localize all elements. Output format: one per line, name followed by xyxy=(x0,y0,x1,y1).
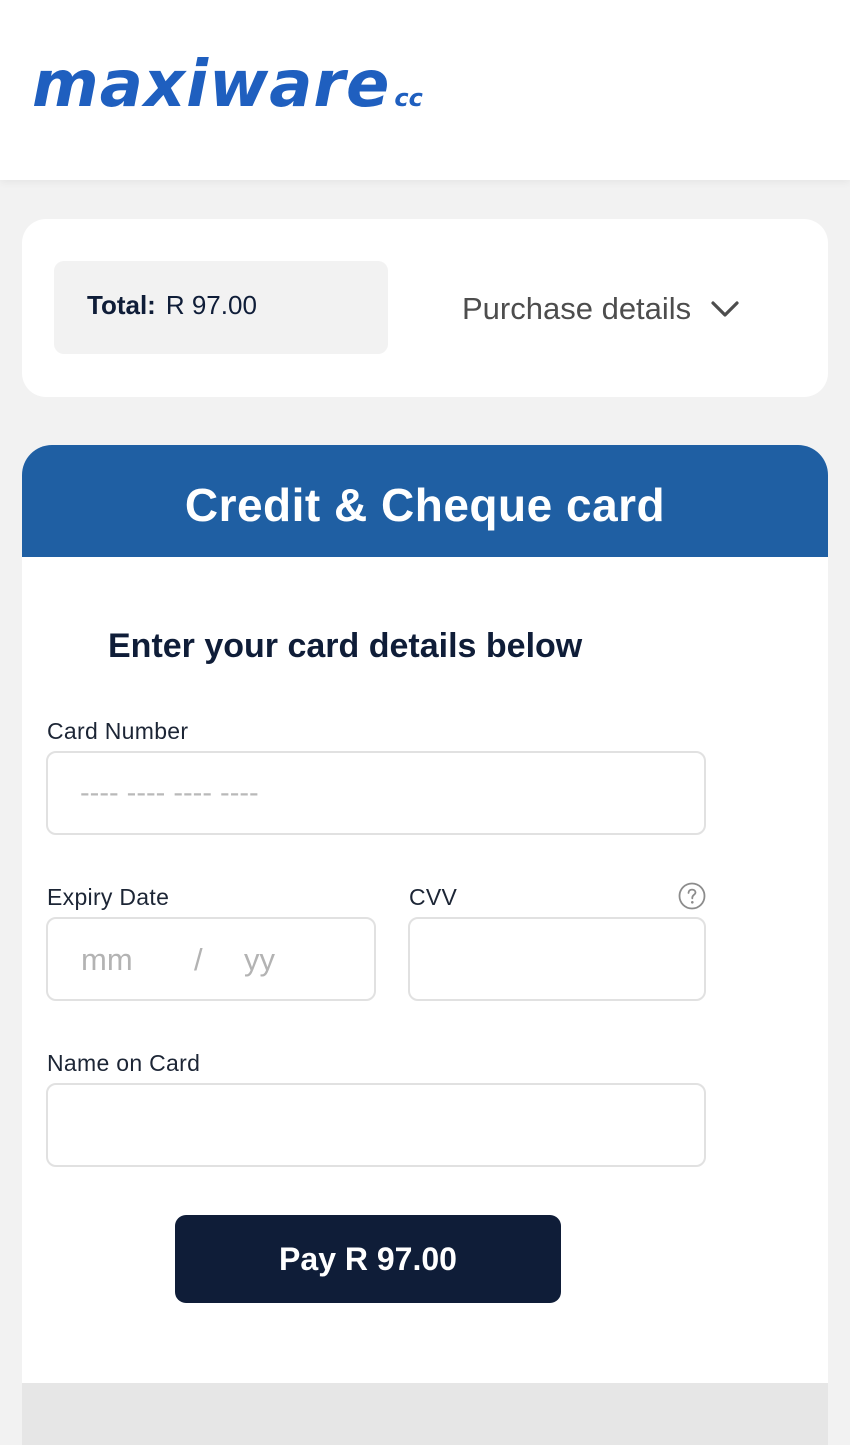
payment-method-title: Credit & Cheque card xyxy=(22,445,828,557)
total-label: Total: xyxy=(87,290,156,320)
expiry-year-placeholder: yy xyxy=(244,942,275,977)
name-on-card-label: Name on Card xyxy=(47,1050,201,1076)
name-on-card-input[interactable] xyxy=(46,1083,706,1167)
pay-button[interactable]: Pay R 97.00 xyxy=(175,1215,561,1303)
chevron-down-icon xyxy=(711,301,739,317)
purchase-details-label: Purchase details xyxy=(462,291,692,326)
expiry-month-placeholder: mm xyxy=(81,942,133,977)
question-circle-icon[interactable] xyxy=(678,882,706,910)
total-amount: R 97.00 xyxy=(165,290,257,320)
order-summary-card: Total: R 97.00 Purchase details xyxy=(22,219,828,397)
maxiware-logo: maxiware cc xyxy=(32,50,423,133)
card-number-input[interactable] xyxy=(46,751,706,835)
site-header: maxiware cc xyxy=(0,0,850,180)
logo-text: maxiware xyxy=(32,48,391,122)
card-number-label: Card Number xyxy=(47,718,189,744)
total-summary: Total: R 97.00 xyxy=(54,261,388,354)
expiry-date-input[interactable]: mm / yy xyxy=(46,917,376,1001)
cvv-label: CVV xyxy=(409,884,458,910)
card-payment-panel: Credit & Cheque card Enter your card det… xyxy=(22,445,828,1445)
cvv-input[interactable] xyxy=(408,917,706,1001)
card-details-instruction: Enter your card details below xyxy=(108,627,583,665)
expiry-date-label: Expiry Date xyxy=(47,884,170,910)
expiry-separator: / xyxy=(194,942,203,977)
logo-suffix: cc xyxy=(394,84,423,112)
purchase-details-toggle[interactable]: Purchase details xyxy=(462,279,741,339)
